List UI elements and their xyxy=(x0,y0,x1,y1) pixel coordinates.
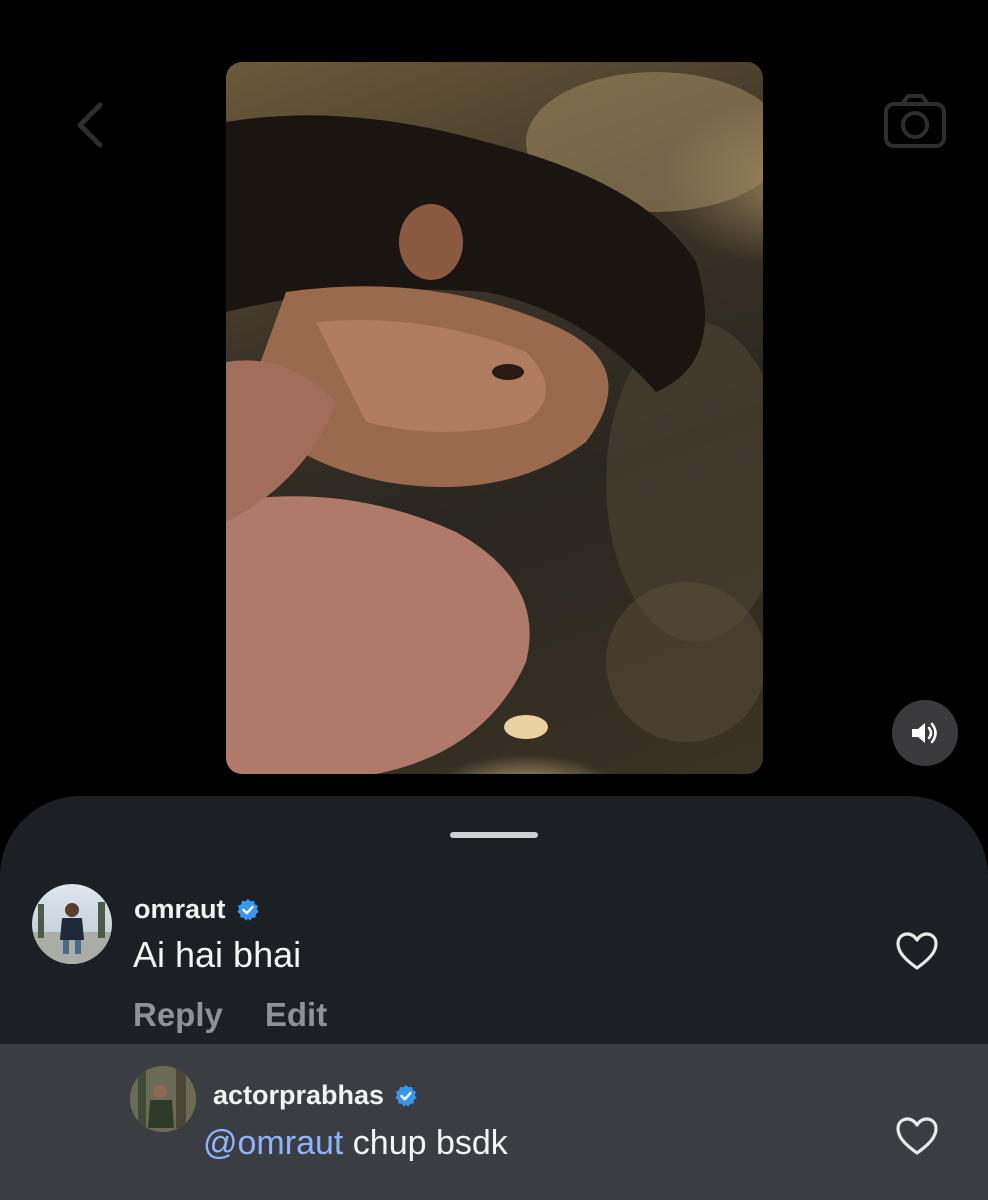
comment-actions: Reply Edit xyxy=(133,996,327,1034)
verified-badge-icon xyxy=(236,898,259,921)
verified-badge-icon xyxy=(395,1084,417,1107)
avatar[interactable] xyxy=(32,884,112,964)
reply-body: chup bsdk xyxy=(352,1124,508,1162)
avatar-image xyxy=(32,902,112,964)
comment-text: Ai hai bhai xyxy=(133,934,302,975)
avatar[interactable] xyxy=(130,1066,196,1132)
reply-button[interactable]: Reply xyxy=(133,996,223,1034)
sheet-grabber-handle[interactable] xyxy=(450,832,538,838)
like-heart-icon[interactable] xyxy=(895,1116,939,1156)
username-text[interactable]: actorprabhas xyxy=(213,1080,384,1111)
sound-toggle-button[interactable] xyxy=(892,700,958,766)
comments-sheet: omraut Ai hai bhai Reply Edit actorprabh… xyxy=(0,796,988,1200)
video-still xyxy=(226,72,763,774)
mention-link[interactable]: @omraut xyxy=(203,1124,343,1162)
reply-username[interactable]: actorprabhas xyxy=(213,1080,418,1111)
reply-text: @omraut chup bsdk xyxy=(203,1124,508,1163)
comment-username[interactable]: omraut xyxy=(134,894,260,925)
avatar-image xyxy=(130,1066,196,1132)
camera-icon[interactable] xyxy=(882,92,948,150)
back-chevron-icon[interactable] xyxy=(70,100,110,150)
reply-item: actorprabhas @omraut chup bsdk xyxy=(0,1044,988,1200)
username-text[interactable]: omraut xyxy=(134,894,226,925)
like-heart-icon[interactable] xyxy=(895,931,939,971)
video-player[interactable] xyxy=(226,62,763,774)
video-viewer xyxy=(0,0,988,800)
comment-item: omraut Ai hai bhai Reply Edit xyxy=(0,876,988,1042)
speaker-icon xyxy=(912,722,937,744)
edit-button[interactable]: Edit xyxy=(265,996,327,1034)
